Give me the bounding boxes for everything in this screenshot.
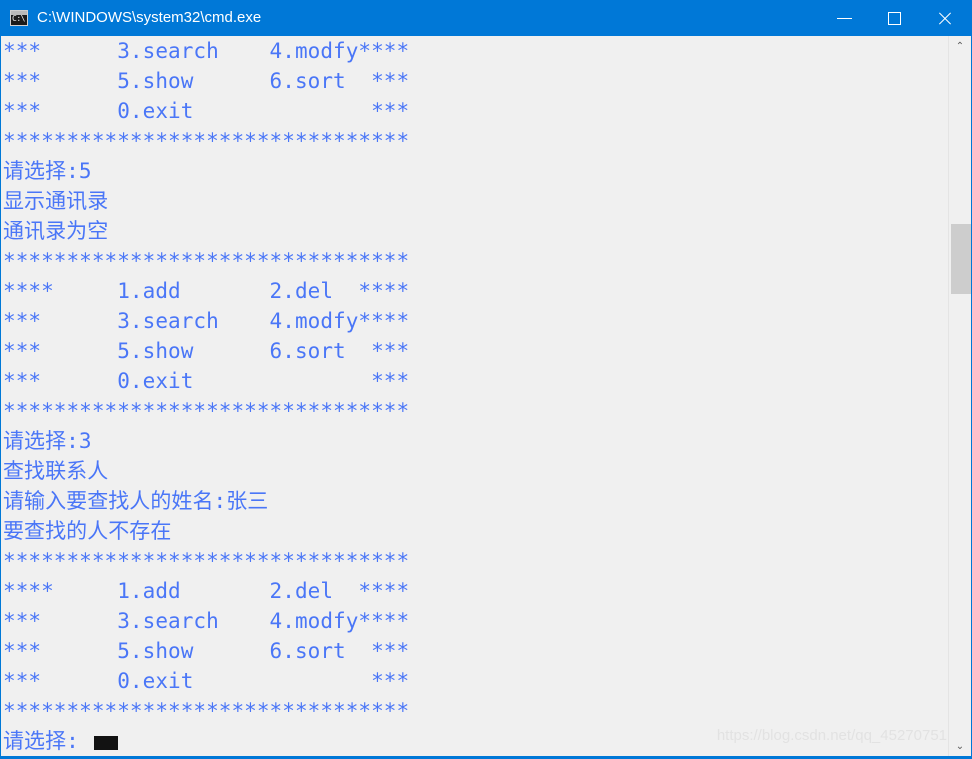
- console-line: *** 5.show 6.sort ***: [3, 639, 410, 663]
- console-line: *** 3.search 4.modfy****: [3, 39, 410, 63]
- console-line: *** 0.exit ***: [3, 669, 410, 693]
- console-line: 请选择:3: [3, 429, 92, 453]
- scroll-up-arrow-icon[interactable]: ⌃: [949, 36, 971, 58]
- console-line: 查找联系人: [3, 459, 109, 483]
- console-line: 要查找的人不存在: [3, 519, 172, 543]
- console-area: *** 3.search 4.modfy**** *** 5.show 6.sor…: [1, 36, 971, 758]
- console-line: ********************************: [3, 699, 410, 723]
- icon-prompt-text: C:\: [12, 14, 25, 23]
- text-cursor: [94, 736, 118, 750]
- console-line: 请输入要查找人的姓名:张三: [3, 489, 269, 513]
- console-line: 显示通讯录: [3, 189, 109, 213]
- console-output[interactable]: *** 3.search 4.modfy**** *** 5.show 6.sor…: [1, 36, 948, 758]
- minimize-icon: [836, 17, 852, 19]
- console-line: 通讯录为空: [3, 219, 109, 243]
- window-bottom-edge: [1, 756, 971, 758]
- close-icon: [937, 10, 953, 26]
- console-line: *** 0.exit ***: [3, 369, 410, 393]
- console-line: *** 5.show 6.sort ***: [3, 69, 410, 93]
- cmd-window: C:\ C:\WINDOWS\system32\cmd.exe *** 3.se…: [0, 0, 972, 759]
- console-line: ********************************: [3, 249, 410, 273]
- console-line: *** 5.show 6.sort ***: [3, 339, 410, 363]
- console-line: **** 1.add 2.del ****: [3, 279, 410, 303]
- scroll-down-arrow-icon[interactable]: ⌄: [949, 736, 971, 758]
- console-line: *** 3.search 4.modfy****: [3, 309, 410, 333]
- console-line: ********************************: [3, 549, 410, 573]
- console-line: ********************************: [3, 399, 410, 423]
- scrollbar-thumb[interactable]: [951, 224, 971, 294]
- title-bar[interactable]: C:\ C:\WINDOWS\system32\cmd.exe: [1, 0, 971, 36]
- maximize-button[interactable]: [869, 0, 919, 36]
- console-line: 请选择:5: [3, 159, 92, 183]
- console-line: *** 3.search 4.modfy****: [3, 609, 410, 633]
- console-line: ********************************: [3, 129, 410, 153]
- console-line: 请选择:: [1, 726, 948, 756]
- close-button[interactable]: [919, 0, 971, 36]
- scrollbar-track[interactable]: [949, 58, 971, 736]
- cmd-console-icon: C:\: [10, 10, 28, 26]
- window-title: C:\WINDOWS\system32\cmd.exe: [37, 9, 262, 26]
- vertical-scrollbar[interactable]: ⌃ ⌄: [948, 36, 971, 758]
- console-line: *** 0.exit ***: [3, 99, 410, 123]
- window-controls: [819, 0, 971, 36]
- minimize-button[interactable]: [819, 0, 869, 36]
- console-line: **** 1.add 2.del ****: [3, 579, 410, 603]
- maximize-icon: [887, 11, 901, 25]
